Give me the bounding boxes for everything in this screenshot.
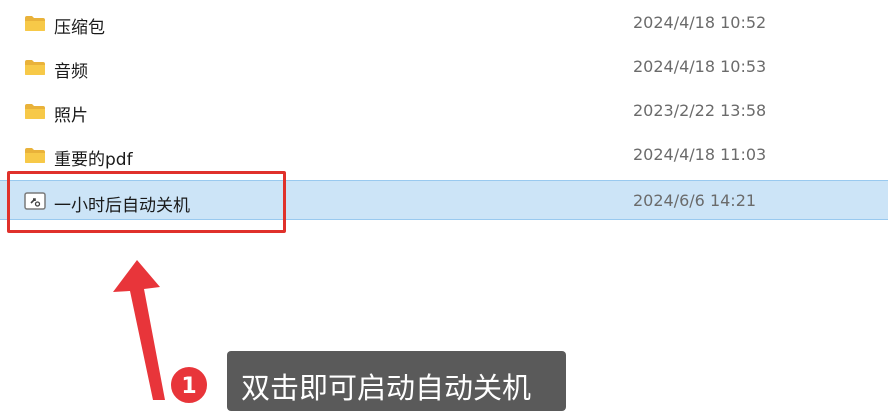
step-badge: 1 <box>169 365 209 405</box>
callout-box: 双击即可启动自动关机 <box>227 351 566 411</box>
pointer-arrow <box>113 260 165 400</box>
callout-text: 双击即可启动自动关机 <box>241 371 532 405</box>
